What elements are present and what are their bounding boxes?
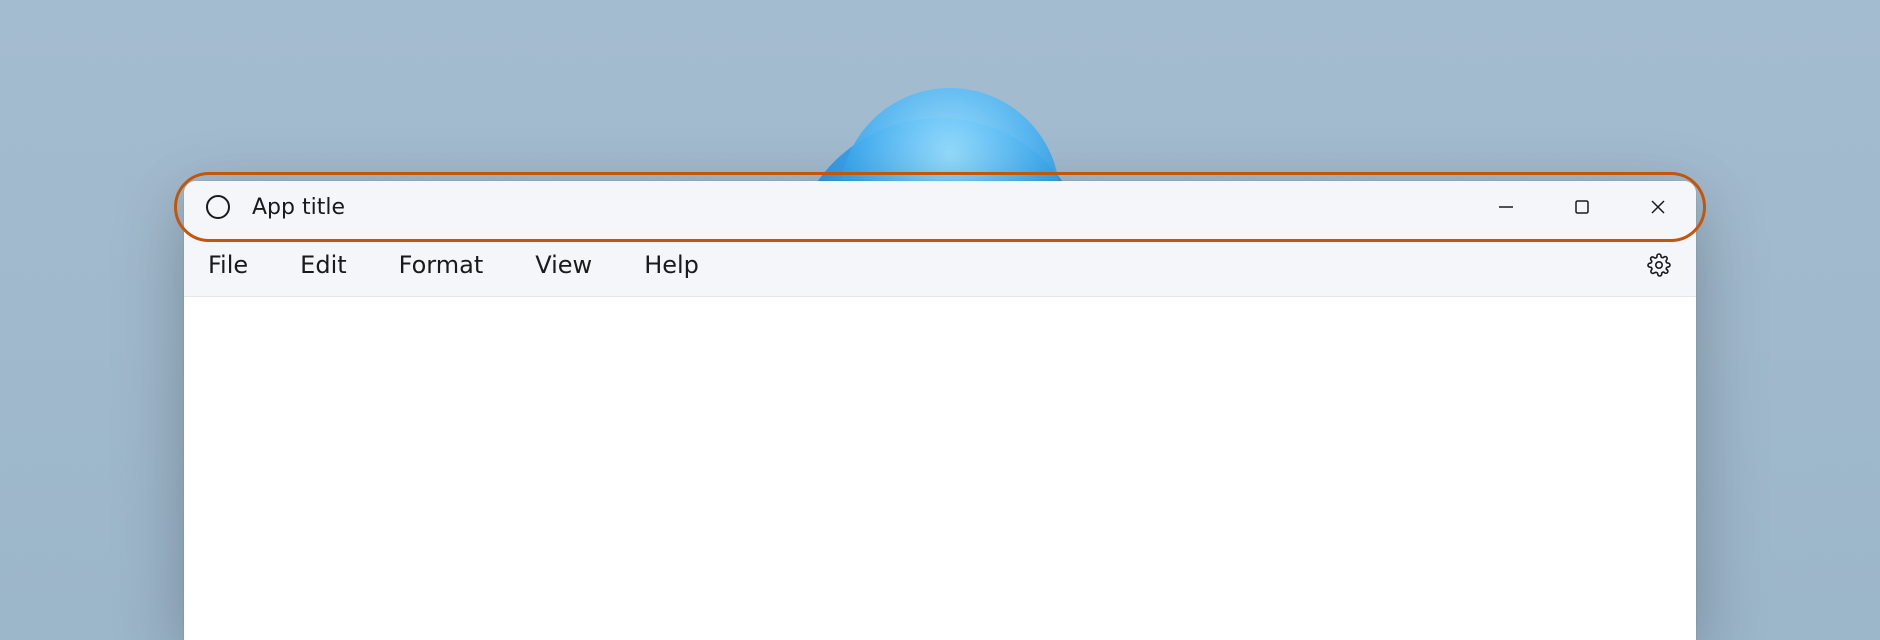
caption-controls — [1468, 181, 1696, 233]
title-bar[interactable]: App title — [184, 181, 1696, 233]
gear-icon — [1647, 253, 1671, 277]
close-button[interactable] — [1620, 181, 1696, 233]
menu-bar: File Edit Format View Help — [184, 233, 1696, 297]
minimize-button[interactable] — [1468, 181, 1544, 233]
menu-file[interactable]: File — [208, 251, 248, 279]
app-title: App title — [252, 195, 345, 220]
app-icon — [204, 193, 232, 221]
settings-button[interactable] — [1646, 252, 1672, 278]
close-icon — [1650, 199, 1666, 215]
maximize-icon — [1574, 199, 1590, 215]
menu-format[interactable]: Format — [399, 251, 484, 279]
maximize-button[interactable] — [1544, 181, 1620, 233]
app-window: App title File Edit Format — [184, 181, 1696, 640]
menu-edit[interactable]: Edit — [300, 251, 346, 279]
menu-view[interactable]: View — [535, 251, 592, 279]
minimize-icon — [1498, 199, 1514, 215]
content-area — [184, 297, 1696, 640]
menu-help[interactable]: Help — [644, 251, 699, 279]
